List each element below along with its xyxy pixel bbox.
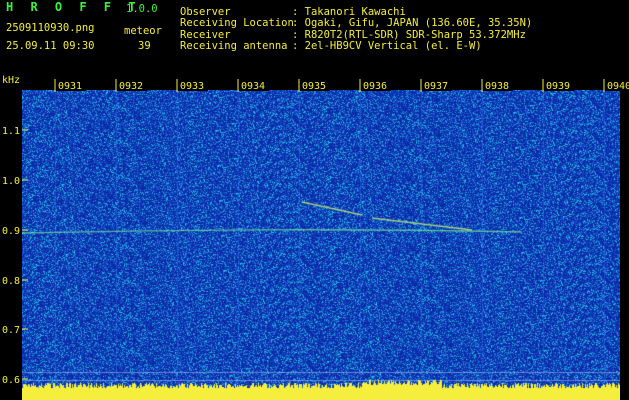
x-tick-label: 0939 — [546, 81, 570, 92]
y-tick-label: 0.6 — [2, 375, 20, 386]
y-tick-label: 0.7 — [2, 325, 20, 336]
x-axis: 0931 0932 0933 0934 0935 0936 0937 0938 0939 0940 — [54, 79, 629, 92]
y-axis: 1.1 1.0 0.9 0.8 0.7 0.6 — [2, 126, 28, 386]
x-tick-label: 0940 — [607, 81, 629, 92]
y-tick-label: 1.0 — [2, 176, 20, 187]
x-tick-label: 0934 — [241, 81, 265, 92]
x-tick-label: 0932 — [119, 81, 143, 92]
x-tick-label: 0937 — [424, 81, 448, 92]
x-tick-label: 0931 — [58, 81, 82, 92]
y-tick-label: 0.8 — [2, 276, 20, 287]
y-tick-label: 0.9 — [2, 226, 20, 237]
y-tick-label: 1.1 — [2, 126, 20, 137]
x-tick-label: 0935 — [302, 81, 326, 92]
y-unit-label: kHz — [2, 75, 20, 86]
x-tick-label: 0933 — [180, 81, 204, 92]
x-tick-label: 0936 — [363, 81, 387, 92]
axis-overlay: kHz 1.11.00.90.80.70.6 0931 0932 0933 0934 0… — [2, 75, 629, 386]
x-tick-label: 0938 — [485, 81, 509, 92]
spectrogram-window: { "header": { "app_name": "H R O F F T",… — [0, 0, 629, 400]
